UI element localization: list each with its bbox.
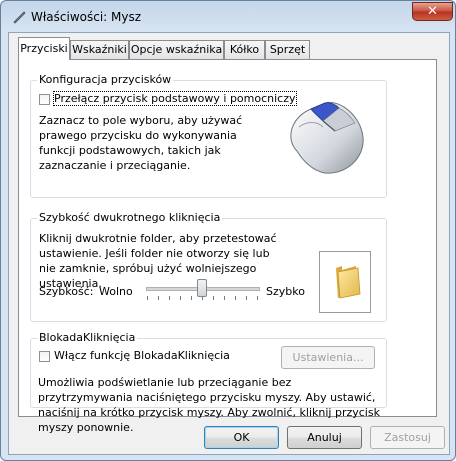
speed-label: Szybkość: xyxy=(39,285,94,298)
group-legend: Szybkość dwukrotnego kliknięcia xyxy=(37,211,223,224)
group-legend: BlokadaKliknięcia xyxy=(37,331,138,344)
apply-button[interactable]: Zastosuj xyxy=(370,426,445,449)
tab-label: Sprzęt xyxy=(269,43,306,56)
test-folder-area[interactable] xyxy=(319,251,371,313)
close-button[interactable]: ✕ xyxy=(412,2,453,21)
slider-tick xyxy=(257,296,258,300)
tab-wheel[interactable]: Kółko xyxy=(224,40,265,59)
double-click-speed-group: Szybkość dwukrotnego kliknięcia Kliknij … xyxy=(30,211,387,322)
dialog-client: Przyciski Wskaźniki Opcje wskaźnika Kółk… xyxy=(8,32,450,455)
folder-icon[interactable] xyxy=(330,264,362,300)
mouse-pointer-icon xyxy=(11,9,27,25)
double-click-speed-slider[interactable] xyxy=(146,279,260,305)
slider-thumb[interactable] xyxy=(197,279,207,297)
ok-button[interactable]: OK xyxy=(204,426,279,449)
tab-buttons[interactable]: Przyciski xyxy=(18,37,70,60)
slider-tick xyxy=(213,296,214,300)
tab-label: Opcje wskaźnika xyxy=(130,43,223,56)
slider-tick xyxy=(180,296,181,300)
mouse-icon xyxy=(277,87,375,185)
title-bar[interactable]: Właściwości: Mysz ✕ xyxy=(1,1,455,33)
slider-tick xyxy=(235,296,236,300)
cancel-button[interactable]: Anuluj xyxy=(287,426,362,449)
tab-panel-buttons: Konfiguracja przycisków Przełącz przycis… xyxy=(18,59,437,434)
tab-label: Wskaźniki xyxy=(72,43,127,56)
tab-hardware[interactable]: Sprzęt xyxy=(265,40,310,59)
slider-tick xyxy=(246,296,247,300)
button-config-group: Konfiguracja przycisków Przełącz przycis… xyxy=(30,73,387,198)
slider-tick xyxy=(158,296,159,300)
swap-buttons-checkbox[interactable] xyxy=(39,94,50,105)
slow-label: Wolno xyxy=(99,285,133,298)
group-legend: Konfiguracja przycisków xyxy=(37,73,174,86)
swap-buttons-label[interactable]: Przełącz przycisk podstawowy i pomocnicz… xyxy=(53,91,297,106)
slider-tick xyxy=(224,296,225,300)
fast-label: Szybko xyxy=(266,285,305,298)
slider-tick xyxy=(191,296,192,300)
clicklock-checkbox[interactable] xyxy=(39,351,50,362)
tab-label: Kółko xyxy=(229,43,260,56)
swap-buttons-description: Zaznacz to pole wyboru, aby używać prawe… xyxy=(39,114,243,172)
clicklock-settings-button[interactable]: Ustawienia... xyxy=(281,346,375,369)
clicklock-label[interactable]: Włącz funkcję BlokadaKliknięcia xyxy=(54,349,230,362)
tab-pointers[interactable]: Wskaźniki xyxy=(70,40,129,59)
slider-tick xyxy=(147,296,148,300)
tab-label: Przyciski xyxy=(20,42,68,55)
close-icon: ✕ xyxy=(427,4,438,19)
window-title: Właściwości: Mysz xyxy=(31,10,142,24)
slider-tick xyxy=(169,296,170,300)
properties-window: Właściwości: Mysz ✕ Przyciski Wskaźniki … xyxy=(0,0,456,461)
tab-pointer-options[interactable]: Opcje wskaźnika xyxy=(129,40,224,59)
